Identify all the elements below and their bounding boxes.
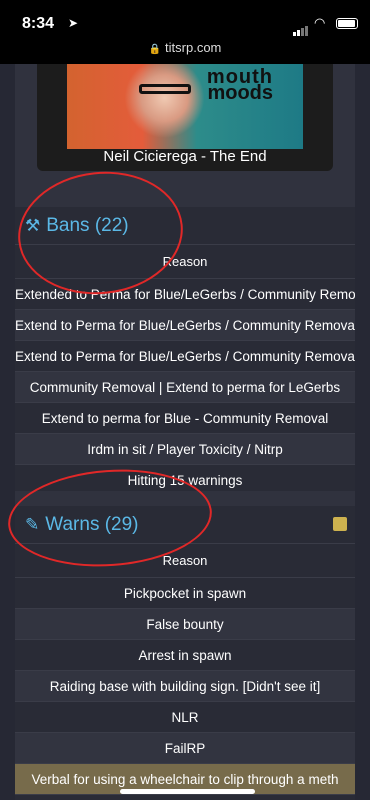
lock-icon: 🔒 xyxy=(148,44,162,55)
table-row: NLR xyxy=(15,702,355,733)
table-row: Extend to perma for Blue - Community Rem… xyxy=(15,403,355,434)
address-bar[interactable]: 🔒 titsrp.com xyxy=(0,40,370,64)
table-row: Extend to Perma for Blue/LeGerbs / Commu… xyxy=(15,310,355,341)
battery-icon xyxy=(336,18,358,29)
table-row: Irdm in sit / Player Toxicity / Nitrp xyxy=(15,434,355,465)
table-row: FailRP xyxy=(15,733,355,764)
table-row: Arrest in spawn xyxy=(15,640,355,671)
sticky-note-icon[interactable] xyxy=(333,517,347,531)
table-row: False bounty xyxy=(15,609,355,640)
table-row: Pickpocket in spawn xyxy=(15,578,355,609)
glasses-shape xyxy=(139,84,191,94)
page-content: mouth moods Neil Cicierega - The End ⚒ Ba… xyxy=(15,64,355,800)
face-image xyxy=(122,64,207,149)
video-thumbnail[interactable]: mouth moods xyxy=(67,64,303,149)
wifi-icon: ◠ xyxy=(314,15,326,30)
video-card[interactable]: mouth moods Neil Cicierega - The End xyxy=(37,64,333,171)
url-text: titsrp.com xyxy=(165,40,222,55)
location-arrow-icon: ➤ xyxy=(68,16,79,30)
home-indicator[interactable] xyxy=(120,789,255,794)
video-caption: Neil Cicierega - The End xyxy=(103,148,267,165)
status-time: 8:34 xyxy=(22,15,55,32)
table-row: Community Removal | Extend to perma for … xyxy=(15,372,355,403)
signal-icon xyxy=(293,18,309,36)
table-row: Extend to Perma for Blue/LeGerbs / Commu… xyxy=(15,341,355,372)
status-bar: 8:34 ➤ ◠ xyxy=(0,0,370,40)
table-row: Raiding base with building sign. [Didn't… xyxy=(15,671,355,702)
thumb-text-2: moods xyxy=(207,82,273,104)
